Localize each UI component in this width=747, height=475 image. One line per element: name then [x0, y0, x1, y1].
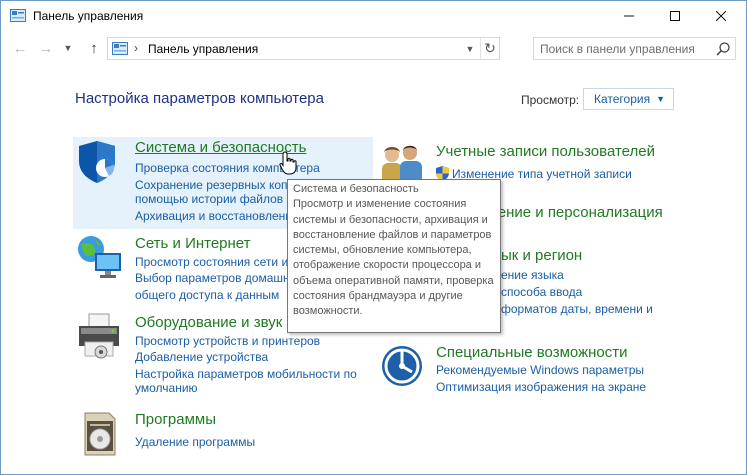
network-globe-icon — [78, 236, 121, 278]
link-devices-printers[interactable]: Просмотр устройств и принтеров — [135, 334, 320, 348]
arrow-left-icon: ← — [12, 39, 28, 57]
close-button[interactable] — [698, 1, 744, 31]
link-add-language[interactable]: ение языка — [501, 268, 564, 282]
printer-icon — [79, 313, 119, 359]
link-input-method[interactable]: способа ввода — [501, 285, 582, 299]
back-button[interactable]: ← — [9, 37, 31, 59]
control-panel-icon — [112, 42, 128, 55]
close-icon — [716, 11, 726, 21]
category-title[interactable]: Сеть и Интернет — [135, 235, 251, 252]
shield-icon — [79, 141, 115, 183]
arrow-up-icon: ↑ — [90, 39, 98, 57]
link-mobility-settings[interactable]: Настройка параметров мобильности по — [135, 367, 357, 381]
refresh-button[interactable]: ↻ — [480, 38, 499, 59]
arrow-right-icon: → — [38, 39, 54, 57]
minimize-button[interactable] — [606, 1, 652, 31]
link-uninstall-program[interactable]: Удаление программы — [135, 435, 255, 449]
view-by-select[interactable]: Категория ▼ — [583, 88, 674, 110]
page-title: Настройка параметров компьютера — [75, 90, 324, 107]
link-file-history[interactable]: помощью истории файлов — [135, 192, 283, 206]
maximize-button[interactable] — [652, 1, 698, 31]
tooltip: Система и безопасность Просмотр и измене… — [287, 179, 501, 333]
address-bar[interactable]: › Панель управления ▼ ↻ — [107, 37, 500, 60]
search-box[interactable] — [533, 37, 736, 60]
control-panel-window: Панель управления ← → ▼ ↑ › Панель управ… — [0, 0, 747, 475]
breadcrumb-separator-icon[interactable]: › — [134, 41, 138, 55]
minimize-icon — [624, 15, 634, 17]
ease-of-access-icon — [382, 346, 422, 386]
link-mobility-default[interactable]: умолчанию — [135, 381, 198, 395]
hand-cursor-icon — [279, 151, 297, 175]
link-sharing[interactable]: общего доступа к данным — [135, 288, 279, 302]
category-title[interactable]: Специальные возможности — [436, 344, 628, 361]
search-icon[interactable] — [715, 41, 731, 57]
refresh-icon: ↻ — [484, 40, 496, 56]
category-title[interactable]: ык и регион — [501, 247, 582, 264]
navigation-bar: ← → ▼ ↑ › Панель управления ▼ ↻ — [1, 33, 746, 63]
view-by-label: Просмотр: — [521, 93, 580, 107]
tooltip-title: Система и безопасность — [293, 183, 419, 195]
chevron-down-icon: ▼ — [63, 43, 73, 53]
link-recommended-settings[interactable]: Рекомендуемые Windows параметры — [436, 363, 644, 377]
maximize-icon — [670, 11, 680, 21]
breadcrumb[interactable]: Панель управления — [148, 42, 258, 56]
category-title[interactable]: Учетные записи пользователей — [436, 143, 655, 160]
chevron-down-icon: ▼ — [465, 43, 475, 54]
up-button[interactable]: ↑ — [83, 37, 105, 59]
search-input[interactable] — [540, 41, 710, 56]
link-optimize-display[interactable]: Оптимизация изображения на экране — [436, 380, 646, 394]
forward-button[interactable]: → — [35, 37, 57, 59]
link-date-time-formats[interactable]: форматов даты, времени и — [501, 302, 653, 316]
category-title[interactable]: ление и персонализация — [489, 204, 663, 221]
control-panel-icon — [10, 9, 26, 22]
view-by-value: Категория — [594, 92, 651, 106]
category-title[interactable]: Оборудование и звук — [135, 314, 282, 331]
address-dropdown-button[interactable]: ▼ — [460, 38, 480, 59]
title-bar[interactable]: Панель управления — [1, 1, 746, 31]
programs-box-icon — [84, 412, 116, 456]
tooltip-body: Просмотр и изменение состояния системы и… — [293, 198, 494, 318]
link-add-device[interactable]: Добавление устройства — [135, 350, 268, 364]
chevron-down-icon: ▼ — [656, 94, 666, 104]
window-title: Панель управления — [33, 9, 144, 23]
category-title[interactable]: Программы — [135, 411, 216, 428]
recent-locations-button[interactable]: ▼ — [61, 37, 75, 59]
